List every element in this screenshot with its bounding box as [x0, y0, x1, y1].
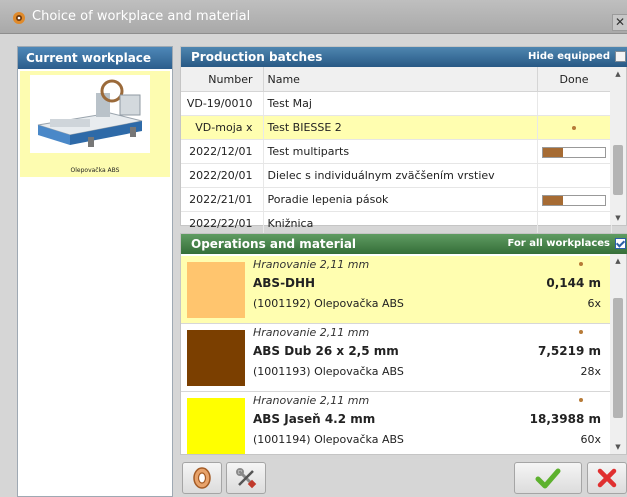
production-batches-panel: Production batches Hide equipped Number …: [180, 46, 627, 236]
operation-row[interactable]: Hranovanie 2,11 mm ABS-DHH (1001192) Olepo…: [181, 256, 611, 324]
app-icon: [13, 12, 25, 24]
confirm-button[interactable]: [514, 462, 582, 494]
cancel-button[interactable]: [587, 462, 627, 494]
production-batches-header: Production batches Hide equipped: [181, 47, 627, 67]
done-progress-fill: [543, 195, 563, 205]
operations-header: Operations and material For all workplac…: [181, 234, 627, 254]
material-roll-button[interactable]: [182, 462, 222, 494]
batches-table: Number Name Done VD-19/0010 Test Maj VD-mo…: [181, 67, 612, 236]
operations-scrollbar[interactable]: ▲ ▼: [610, 254, 626, 454]
batch-name: Poradie lepenia pások: [263, 187, 538, 212]
material-code: (1001192) Olepovačka ABS: [253, 297, 404, 310]
batch-row[interactable]: 2022/22/01 Knižnica: [181, 211, 612, 236]
tools-button[interactable]: [226, 462, 266, 494]
edgebander-machine-image: [30, 75, 150, 153]
status-dot-icon: [579, 262, 583, 266]
batch-done: [537, 91, 612, 116]
batch-row[interactable]: 2022/12/01 Test multiparts: [181, 139, 612, 164]
scroll-up-arrow-icon[interactable]: ▲: [610, 254, 626, 268]
batch-number: 2022/22/01: [181, 211, 264, 236]
batch-row[interactable]: VD-moja x Test BIESSE 2: [181, 115, 612, 140]
close-button[interactable]: ✕: [612, 14, 627, 31]
done-progress-bar: [542, 146, 606, 158]
operation-subtitle: Hranovanie 2,11 mm: [253, 258, 370, 271]
batch-name: Test multiparts: [263, 139, 538, 164]
material-color-swatch: [187, 262, 245, 318]
check-icon: [535, 468, 561, 489]
hide-equipped-label: Hide equipped: [528, 51, 610, 62]
status-dot-icon: [579, 330, 583, 334]
batch-row[interactable]: VD-19/0010 Test Maj: [181, 91, 612, 116]
workplace-name: Olepovačka ABS: [70, 167, 120, 174]
material-length: 18,3988 m: [529, 412, 601, 426]
scroll-down-arrow-icon[interactable]: ▼: [610, 211, 626, 225]
batch-number: VD-19/0010: [181, 91, 264, 116]
title-bar: Choice of workplace and material ✕: [0, 0, 627, 34]
operation-subtitle: Hranovanie 2,11 mm: [253, 326, 370, 339]
material-quantity: 28x: [580, 365, 601, 378]
material-roll-icon: [193, 467, 211, 489]
tools-icon: [236, 468, 257, 489]
column-number[interactable]: Number: [181, 67, 264, 92]
batch-row[interactable]: 2022/20/01 Dielec s individuálnym zväčšen…: [181, 163, 612, 188]
done-dot-icon: [572, 126, 576, 130]
for-all-workplaces-label: For all workplaces: [507, 238, 610, 249]
batch-done: [537, 139, 612, 164]
column-name[interactable]: Name: [263, 67, 538, 92]
cancel-x-icon: [597, 468, 617, 488]
material-quantity: 6x: [587, 297, 601, 310]
material-name: ABS Dub 26 x 2,5 mm: [253, 344, 399, 358]
batch-number: 2022/21/01: [181, 187, 264, 212]
batch-done: [537, 115, 612, 140]
batch-done: [537, 211, 612, 236]
operations-scroll-thumb[interactable]: [613, 298, 623, 418]
batch-number: 2022/20/01: [181, 163, 264, 188]
operation-row[interactable]: Hranovanie 2,11 mm ABS Dub 26 x 2,5 mm (10…: [181, 324, 611, 392]
batch-number: 2022/12/01: [181, 139, 264, 164]
batches-scrollbar[interactable]: ▲ ▼: [610, 67, 626, 225]
batch-done: [537, 187, 612, 212]
batch-name: Knižnica: [263, 211, 538, 236]
material-length: 0,144 m: [546, 276, 601, 290]
operation-row[interactable]: Hranovanie 2,11 mm ABS Jaseň 4.2 mm (10011…: [181, 392, 611, 460]
window-title: Choice of workplace and material: [32, 9, 251, 24]
workplace-card[interactable]: Olepovačka ABS: [20, 71, 170, 177]
batches-scroll-thumb[interactable]: [613, 145, 623, 195]
batch-name: Test BIESSE 2: [263, 115, 538, 140]
production-batches-title: Production batches: [191, 50, 323, 64]
done-progress-fill: [543, 147, 563, 157]
for-all-workplaces-checkbox[interactable]: [615, 238, 626, 249]
material-code: (1001193) Olepovačka ABS: [253, 365, 404, 378]
material-color-swatch: [187, 398, 245, 454]
current-workplace-header: Current workplace: [18, 47, 172, 69]
material-quantity: 60x: [580, 433, 601, 446]
material-name: ABS Jaseň 4.2 mm: [253, 412, 376, 426]
done-progress-bar: [542, 194, 606, 206]
status-dot-icon: [579, 398, 583, 402]
batch-number: VD-moja x: [181, 115, 264, 140]
hide-equipped-checkbox[interactable]: [615, 51, 626, 62]
scroll-up-arrow-icon[interactable]: ▲: [610, 67, 626, 81]
operation-subtitle: Hranovanie 2,11 mm: [253, 394, 370, 407]
column-done[interactable]: Done: [537, 67, 612, 92]
batches-header-row: Number Name Done: [181, 67, 612, 92]
operations-panel: Operations and material For all workplac…: [180, 233, 627, 460]
batch-name: Test Maj: [263, 91, 538, 116]
material-code: (1001194) Olepovačka ABS: [253, 433, 404, 446]
material-length: 7,5219 m: [538, 344, 601, 358]
batch-row[interactable]: 2022/21/01 Poradie lepenia pások: [181, 187, 612, 212]
batch-done: [537, 163, 612, 188]
material-color-swatch: [187, 330, 245, 386]
scroll-down-arrow-icon[interactable]: ▼: [610, 440, 626, 454]
operations-title: Operations and material: [191, 237, 357, 251]
batch-name: Dielec s individuálnym zväčšením vrstiev: [263, 163, 538, 188]
material-name: ABS-DHH: [253, 276, 316, 290]
current-workplace-panel: Current workplace Olepovačka ABS: [17, 46, 173, 497]
